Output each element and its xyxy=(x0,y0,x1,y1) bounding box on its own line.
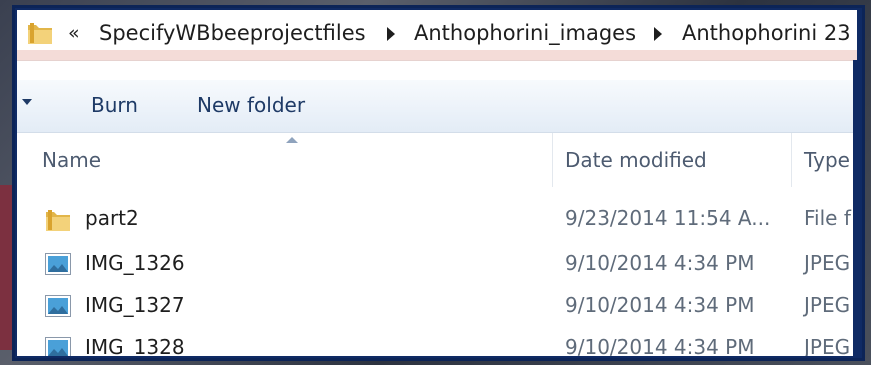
breadcrumb-anthophorini-23[interactable]: Anthophorini 23 xyxy=(682,21,851,45)
explorer-window: « SpecifyWBbeeprojectfiles Anthophorini_… xyxy=(17,10,857,356)
column-header-type[interactable]: Type xyxy=(804,148,850,172)
window-right-edge xyxy=(853,60,857,356)
list-item-img-1328[interactable]: IMG_1328 9/10/2014 4:34 PM JPEG xyxy=(17,328,857,356)
column-headers: Name Date modified Type xyxy=(17,133,857,187)
file-type: JPEG xyxy=(804,293,851,317)
address-bar[interactable]: « SpecifyWBbeeprojectfiles Anthophorini_… xyxy=(17,10,857,61)
new-folder-button[interactable]: New folder xyxy=(189,91,313,119)
column-header-name[interactable]: Name xyxy=(42,148,101,172)
breadcrumb-anthophorini-images[interactable]: Anthophorini_images xyxy=(414,21,636,45)
image-icon xyxy=(45,253,71,279)
file-name: part2 xyxy=(85,206,139,230)
file-type: JPEG xyxy=(804,251,851,275)
file-date: 9/10/2014 4:34 PM xyxy=(565,335,755,356)
file-date: 9/10/2014 4:34 PM xyxy=(565,293,755,317)
folder-icon xyxy=(45,208,71,236)
folder-icon xyxy=(27,21,53,49)
file-date: 9/10/2014 4:34 PM xyxy=(565,251,755,275)
column-divider[interactable] xyxy=(552,133,553,187)
command-bar: Burn New folder xyxy=(17,80,857,133)
file-name: IMG_1328 xyxy=(85,335,185,356)
breadcrumb-specifywbbeeprojectfiles[interactable]: SpecifyWBbeeprojectfiles xyxy=(99,21,366,45)
list-item-part2[interactable]: part2 9/23/2014 11:54 A... File f xyxy=(17,199,857,241)
file-type: File f xyxy=(804,206,851,230)
file-name: IMG_1327 xyxy=(85,293,185,317)
file-type: JPEG xyxy=(804,335,851,356)
breadcrumb-separator-icon[interactable] xyxy=(387,27,395,41)
column-divider[interactable] xyxy=(791,133,792,187)
breadcrumb-separator-icon[interactable] xyxy=(654,27,662,41)
sort-ascending-icon xyxy=(286,137,298,143)
burn-button[interactable]: Burn xyxy=(83,91,146,119)
file-name: IMG_1326 xyxy=(85,251,185,275)
image-icon xyxy=(45,295,71,321)
list-item-img-1327[interactable]: IMG_1327 9/10/2014 4:34 PM JPEG xyxy=(17,286,857,328)
column-header-date-modified[interactable]: Date modified xyxy=(565,148,707,172)
list-item-img-1326[interactable]: IMG_1326 9/10/2014 4:34 PM JPEG xyxy=(17,244,857,286)
image-icon xyxy=(45,337,71,356)
file-date: 9/23/2014 11:54 A... xyxy=(565,206,771,230)
address-overflow-icon[interactable]: « xyxy=(68,22,80,44)
organize-dropdown-icon[interactable] xyxy=(22,99,32,105)
address-bar-tint xyxy=(17,50,857,60)
